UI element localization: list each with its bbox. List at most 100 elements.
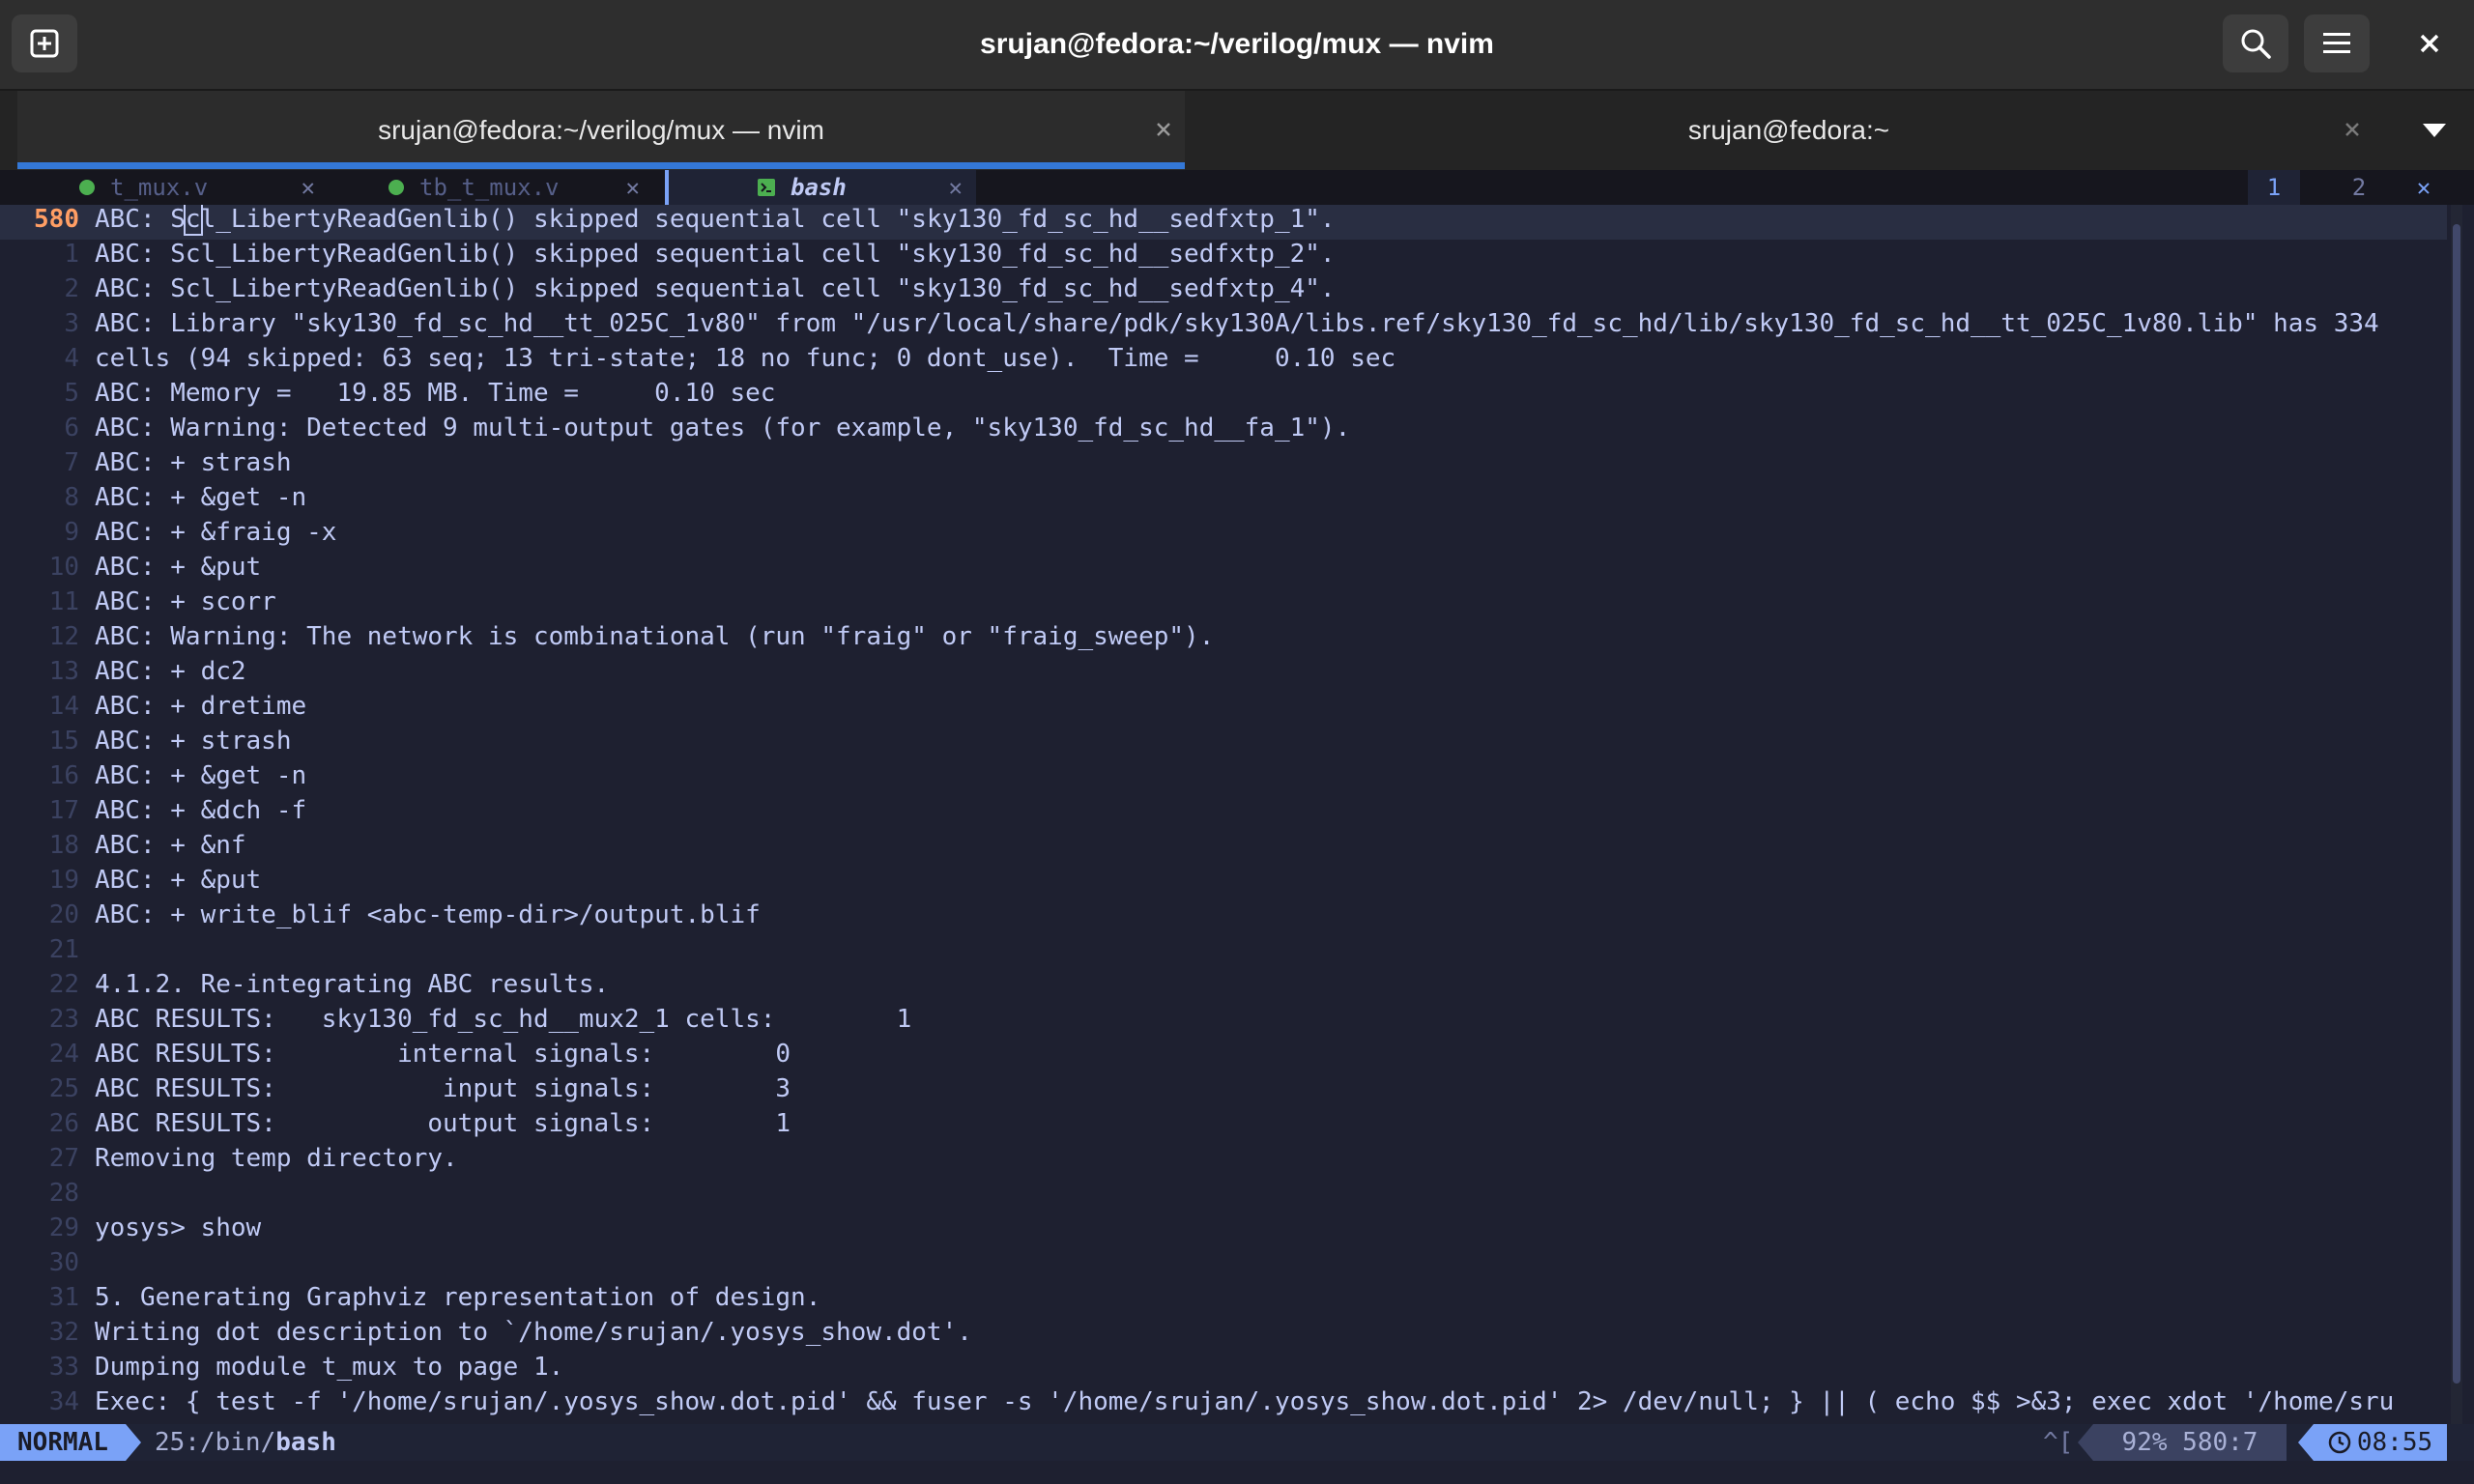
buffer-line[interactable]: 13 ABC: + dc2 xyxy=(0,657,2447,692)
line-number: 15 xyxy=(48,727,79,756)
vim-tab-close-button[interactable]: ✕ xyxy=(626,174,640,201)
line-number: 12 xyxy=(48,622,79,651)
line-text: ABC: + &dch -f xyxy=(95,796,307,825)
verilog-file-icon xyxy=(388,180,404,195)
buffer-line[interactable]: 24 ABC RESULTS: internal signals: 0 xyxy=(0,1040,2447,1074)
cursor-position: 92% 580:7 xyxy=(2093,1424,2287,1461)
buffer-line[interactable]: 30 xyxy=(0,1248,2447,1283)
buffer-line[interactable]: 16 ABC: + &get -n xyxy=(0,761,2447,796)
vim-tab-bash[interactable]: bash ✕ xyxy=(669,170,976,205)
line-number: 16 xyxy=(48,761,79,790)
mode-separator xyxy=(126,1424,141,1461)
line-text: ABC RESULTS: sky130_fd_sc_hd__mux2_1 cel… xyxy=(95,1005,912,1034)
current-line[interactable]: 580 ABC: Scl_LibertyReadGenlib() skipped … xyxy=(0,205,2447,240)
line-number: 26 xyxy=(48,1109,79,1138)
buffer-line[interactable]: 4 cells (94 skipped: 63 seq; 13 tri-state… xyxy=(0,344,2447,379)
terminal-tab-close-button[interactable] xyxy=(1146,112,1181,147)
buffer-line[interactable]: 5 ABC: Memory = 19.85 MB. Time = 0.10 sec xyxy=(0,379,2447,414)
tab-list-button[interactable] xyxy=(2401,95,2468,166)
buffer-line[interactable]: 3 ABC: Library "sky130_fd_sc_hd__tt_025C_… xyxy=(0,309,2447,344)
line-text: ABC: + &get -n xyxy=(95,761,307,790)
line-text: ABC: + dc2 xyxy=(95,657,246,686)
line-number: 1 xyxy=(64,240,79,269)
line-number: 22 xyxy=(48,970,79,999)
line-number: 24 xyxy=(48,1040,79,1069)
buffer-line[interactable]: 9 ABC: + &fraig -x xyxy=(0,518,2447,553)
close-icon xyxy=(2345,123,2359,136)
mode-indicator: NORMAL xyxy=(0,1424,126,1461)
line-text: 5. Generating Graphviz representation of… xyxy=(95,1283,821,1312)
buffer-line[interactable]: 23 ABC RESULTS: sky130_fd_sc_hd__mux2_1 c… xyxy=(0,1005,2447,1040)
line-text: ABC: + scorr xyxy=(95,587,276,616)
terminal-buffer[interactable]: 580 ABC: Scl_LibertyReadGenlib() skipped … xyxy=(0,205,2474,1424)
line-number: 2 xyxy=(64,274,79,303)
buffer-line[interactable]: 33 Dumping module t_mux to page 1. xyxy=(0,1353,2447,1387)
buffer-line[interactable]: 27 Removing temp directory. xyxy=(0,1144,2447,1179)
line-number: 25 xyxy=(48,1074,79,1103)
vim-tab-close-button[interactable]: ✕ xyxy=(949,174,963,201)
scrollbar[interactable] xyxy=(2451,205,2462,1424)
line-number: 13 xyxy=(48,657,79,686)
scrollbar-thumb[interactable] xyxy=(2453,224,2460,1384)
line-text: ABC: Warning: The network is combination… xyxy=(95,622,1215,651)
buffer-line[interactable]: 21 xyxy=(0,935,2447,970)
line-text: ABC: + &get -n xyxy=(95,483,307,512)
buffer-line[interactable]: 6 ABC: Warning: Detected 9 multi-output g… xyxy=(0,414,2447,448)
line-text: Exec: { test -f '/home/srujan/.yosys_sho… xyxy=(95,1387,2395,1416)
main-menu-button[interactable] xyxy=(2304,14,2370,72)
close-icon xyxy=(1157,123,1170,136)
search-button[interactable] xyxy=(2223,14,2288,72)
terminal-tab-close-button[interactable] xyxy=(2335,112,2370,147)
buffer-line[interactable]: 31 5. Generating Graphviz representation … xyxy=(0,1283,2447,1318)
buffer-line[interactable]: 2 ABC: Scl_LibertyReadGenlib() skipped se… xyxy=(0,274,2447,309)
window-close-button[interactable] xyxy=(2397,14,2462,72)
verilog-file-icon xyxy=(79,180,95,195)
line-number: 21 xyxy=(48,935,79,964)
buffer-line[interactable]: 34 Exec: { test -f '/home/srujan/.yosys_s… xyxy=(0,1387,2447,1422)
buffer-line[interactable]: 17 ABC: + &dch -f xyxy=(0,796,2447,831)
buffer-line[interactable]: 12 ABC: Warning: The network is combinati… xyxy=(0,622,2447,657)
buffer-line[interactable]: 7 ABC: + strash xyxy=(0,448,2447,483)
tabpage-number-1[interactable]: 1 xyxy=(2248,170,2300,205)
tabpage-number-2[interactable]: 2 xyxy=(2333,170,2385,205)
line-number: 7 xyxy=(64,448,79,477)
buffer-line[interactable]: 1 ABC: Scl_LibertyReadGenlib() skipped se… xyxy=(0,240,2447,274)
buffer-line[interactable]: 18 ABC: + &nf xyxy=(0,831,2447,866)
buffer-line[interactable]: 32 Writing dot description to `/home/sruj… xyxy=(0,1318,2447,1353)
buffer-line[interactable]: 25 ABC RESULTS: input signals: 3 xyxy=(0,1074,2447,1109)
line-number: 30 xyxy=(48,1248,79,1277)
buffer-line[interactable]: 20 ABC: + write_blif <abc-temp-dir>/outpu… xyxy=(0,900,2447,935)
line-number: 9 xyxy=(64,518,79,547)
vim-tab-t-mux[interactable]: t_mux.v ✕ xyxy=(0,170,329,205)
line-text: ABC RESULTS: input signals: 3 xyxy=(95,1074,791,1103)
buffer-line[interactable]: 11 ABC: + scorr xyxy=(0,587,2447,622)
command-line[interactable] xyxy=(0,1461,2474,1484)
line-number: 27 xyxy=(48,1144,79,1173)
buffer-line[interactable]: 8 ABC: + &get -n xyxy=(0,483,2447,518)
line-number: 4 xyxy=(64,344,79,373)
line-text: ABC: Scl_LibertyReadGenlib() skipped seq… xyxy=(95,240,1336,269)
terminal-tab-home[interactable]: srujan@fedora:~ xyxy=(1187,91,2391,170)
vim-tab-tb-t-mux[interactable]: tb_t_mux.v ✕ xyxy=(329,170,653,205)
buffer-line[interactable]: 14 ABC: + dretime xyxy=(0,692,2447,727)
buffer-line[interactable]: 19 ABC: + &put xyxy=(0,866,2447,900)
line-number: 3 xyxy=(64,309,79,338)
line-text: ABC: + strash xyxy=(95,727,292,756)
buffer-line[interactable]: 10 ABC: + &put xyxy=(0,553,2447,587)
line-number: 23 xyxy=(48,1005,79,1034)
line-text: Removing temp directory. xyxy=(95,1144,458,1173)
vim-tab-close-button[interactable]: ✕ xyxy=(302,174,315,201)
active-tab-indicator xyxy=(17,162,1185,169)
buffer-line[interactable]: 15 ABC: + strash xyxy=(0,727,2447,761)
buffer-line[interactable]: 22 4.1.2. Re-integrating ABC results. xyxy=(0,970,2447,1005)
close-tabpage-button[interactable]: ✕ xyxy=(2401,170,2447,205)
buffer-line[interactable]: 26 ABC RESULTS: output signals: 1 xyxy=(0,1109,2447,1144)
terminal-tab-nvim[interactable]: srujan@fedora:~/verilog/mux — nvim xyxy=(17,91,1185,170)
line-text: Writing dot description to `/home/srujan… xyxy=(95,1318,972,1347)
terminal-program: bash xyxy=(275,1428,336,1457)
buffer-line[interactable]: 29 yosys> show xyxy=(0,1213,2447,1248)
line-text: ABC: + &nf xyxy=(95,831,246,860)
line-text: ABC RESULTS: output signals: 1 xyxy=(95,1109,791,1138)
line-number: 8 xyxy=(64,483,79,512)
buffer-line[interactable]: 28 xyxy=(0,1179,2447,1213)
